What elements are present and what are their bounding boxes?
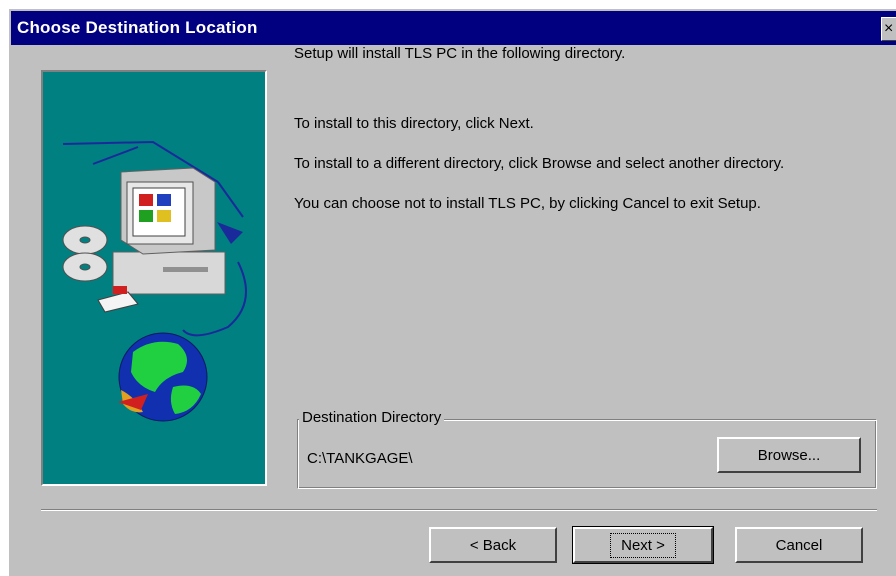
cancel-button[interactable]: Cancel <box>735 527 863 563</box>
setup-illustration-art <box>62 140 247 422</box>
destination-group-label: Destination Directory <box>299 409 445 426</box>
title-bar[interactable]: Choose Destination Location × <box>11 11 896 45</box>
destination-path: C:\TANKGAGE\ <box>307 450 413 467</box>
message-line-3: To install to a different directory, cli… <box>294 155 785 172</box>
window-title: Choose Destination Location <box>17 18 258 37</box>
setup-dialog: Choose Destination Location × Setup will… <box>8 8 896 576</box>
back-button[interactable]: < Back <box>429 527 557 563</box>
computer-icon <box>112 167 226 295</box>
close-icon[interactable]: × <box>881 17 896 41</box>
cd-disc-icon <box>62 225 108 282</box>
browse-button[interactable]: Browse... <box>717 437 861 473</box>
next-button-label: Next > <box>610 532 676 558</box>
setup-illustration <box>41 70 267 486</box>
globe-icon <box>118 332 208 422</box>
message-line-4: You can choose not to install TLS PC, by… <box>294 195 761 212</box>
message-line-1: Setup will install TLS PC in the followi… <box>294 45 626 62</box>
next-button[interactable]: Next > <box>572 526 714 564</box>
button-separator <box>41 509 877 511</box>
message-line-2: To install to this directory, click Next… <box>294 115 534 132</box>
